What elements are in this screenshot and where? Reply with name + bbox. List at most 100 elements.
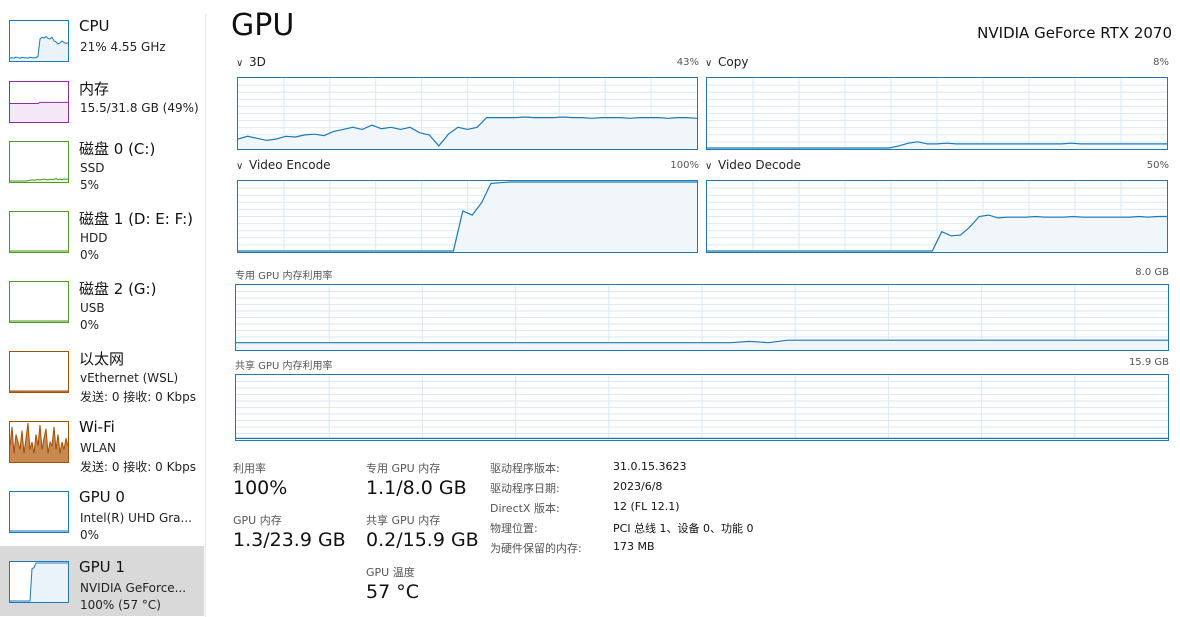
graph-copy	[706, 77, 1168, 150]
sidebar-item-detail: 0%	[80, 318, 100, 332]
history-chart	[238, 181, 697, 252]
directx-version-value: 12 (FL 12.1)	[613, 500, 680, 513]
graph-shared-memory	[235, 374, 1169, 441]
disk-1-thumbnail-graph	[9, 211, 69, 253]
chevron-down-icon: ∨	[236, 58, 244, 69]
sidebar-item-subtitle: HDD	[80, 231, 108, 245]
engine-value-video-encode: 100%	[670, 160, 699, 171]
sidebar-item-title: GPU 0	[79, 488, 125, 506]
sidebar-item-wifi[interactable]: Wi-Fi WLAN 发送: 0 接收: 0 Kbps	[0, 406, 204, 476]
sidebar-item-gpu-0[interactable]: GPU 0 Intel(R) UHD Gra... 0%	[0, 476, 204, 546]
device-name: NVIDIA GeForce RTX 2070	[977, 24, 1172, 42]
disk-2-thumbnail-graph	[9, 281, 69, 323]
gpu-temperature-label: GPU 温度	[366, 566, 415, 579]
physical-location-value: PCI 总线 1、设备 0、功能 0	[613, 522, 754, 535]
utilization-label: 利用率	[233, 462, 266, 475]
engine-label: Copy	[718, 55, 749, 69]
sidebar-item-subtitle: NVIDIA GeForce...	[80, 581, 187, 595]
shared-gpu-memory-label: 共享 GPU 内存	[366, 514, 441, 527]
sidebar-item-detail: 0%	[80, 248, 100, 262]
sidebar-item-detail: 100% (57 °C)	[80, 598, 161, 612]
gpu-1-thumbnail-graph	[9, 561, 69, 603]
graph-dedicated-memory	[235, 284, 1169, 351]
dedicated-memory-max: 8.0 GB	[1135, 267, 1169, 278]
directx-version-label: DirectX 版本:	[490, 502, 560, 515]
sidebar-item-disk-2[interactable]: 磁盘 2 (G:) USB 0%	[0, 266, 204, 336]
sidebar-item-subtitle: vEthernet (WSL)	[80, 371, 179, 385]
history-chart	[10, 250, 68, 252]
shared-memory-label: 共享 GPU 内存利用率	[235, 361, 333, 372]
history-chart	[10, 101, 68, 122]
sidebar-item-disk-1[interactable]: 磁盘 1 (D: E: F:) HDD 0%	[0, 196, 204, 266]
sidebar-item-gpu-1[interactable]: GPU 1 NVIDIA GeForce... 100% (57 °C)	[0, 546, 204, 616]
driver-version-label: 驱动程序版本:	[490, 462, 560, 475]
sidebar-item-title: CPU	[79, 17, 110, 35]
engine-label: 3D	[249, 55, 266, 69]
shared-gpu-memory-value: 0.2/15.9 GB	[366, 529, 479, 551]
history-chart	[707, 78, 1167, 149]
engine-selector-copy[interactable]: ∨ Copy	[705, 55, 748, 69]
history-chart	[236, 285, 1168, 350]
engine-selector-video-decode[interactable]: ∨ Video Decode	[705, 158, 801, 172]
history-chart	[10, 178, 68, 182]
sidebar-item-title: Wi-Fi	[79, 418, 115, 436]
sidebar-item-subtitle: USB	[80, 301, 105, 315]
gpu-temperature-value: 57 °C	[366, 581, 419, 603]
sidebar-item-detail: 发送: 0 接收: 0 Kbps	[80, 460, 196, 474]
history-chart	[707, 181, 1167, 252]
chevron-down-icon: ∨	[236, 161, 244, 172]
sidebar-item-detail: 发送: 0 接收: 0 Kbps	[80, 390, 196, 404]
sidebar-item-disk-0[interactable]: 磁盘 0 (C:) SSD 5%	[0, 126, 204, 196]
history-chart	[10, 530, 68, 532]
ethernet-thumbnail-graph	[9, 351, 69, 393]
engine-selector-3d[interactable]: ∨ 3D	[236, 55, 266, 69]
history-chart	[10, 562, 68, 602]
engine-selector-video-encode[interactable]: ∨ Video Encode	[236, 158, 331, 172]
engine-value-3d: 43%	[676, 57, 699, 68]
driver-date-value: 2023/6/8	[613, 480, 663, 493]
chevron-down-icon: ∨	[705, 58, 713, 69]
shared-memory-max: 15.9 GB	[1128, 357, 1169, 368]
sidebar-item-title: 内存	[79, 80, 110, 98]
hardware-reserved-memory-label: 为硬件保留的内存:	[490, 542, 582, 555]
chevron-down-icon: ∨	[705, 161, 713, 172]
sidebar-item-title: 磁盘 1 (D: E: F:)	[79, 210, 193, 228]
sidebar-item-cpu[interactable]: CPU 21% 4.55 GHz	[0, 5, 204, 75]
sidebar-item-ethernet[interactable]: 以太网 vEthernet (WSL) 发送: 0 接收: 0 Kbps	[0, 336, 204, 406]
engine-value-copy: 8%	[1153, 57, 1169, 68]
sidebar-item-subtitle: 21% 4.55 GHz	[80, 40, 166, 54]
disk-0-thumbnail-graph	[9, 141, 69, 183]
engine-label: Video Decode	[718, 158, 801, 172]
usage-area	[10, 563, 68, 602]
history-chart	[238, 78, 697, 149]
engine-value-video-decode: 50%	[1146, 160, 1169, 171]
engine-label: Video Encode	[249, 158, 331, 172]
physical-location-label: 物理位置:	[490, 522, 538, 535]
cpu-thumbnail-graph	[9, 20, 69, 62]
gpu-memory-label: GPU 内存	[233, 514, 282, 527]
gpu-0-thumbnail-graph	[9, 491, 69, 533]
sidebar-item-subtitle: SSD	[80, 161, 105, 175]
sidebar-item-title: 以太网	[79, 350, 125, 368]
sidebar-item-detail: 5%	[80, 178, 100, 192]
history-chart	[10, 35, 68, 61]
dedicated-gpu-memory-label: 专用 GPU 内存	[366, 462, 441, 475]
driver-version-value: 31.0.15.3623	[613, 460, 687, 473]
sidebar: CPU 21% 4.55 GHz 内存 15.5/31.8 GB (49%) 磁…	[0, 0, 204, 617]
history-chart	[236, 375, 1168, 440]
sidebar-item-title: 磁盘 0 (C:)	[79, 140, 156, 158]
sidebar-item-subtitle: WLAN	[80, 441, 117, 455]
graph-video-encode	[237, 180, 698, 253]
memory-thumbnail-graph	[9, 81, 69, 123]
history-chart	[10, 422, 68, 462]
sidebar-item-subtitle: Intel(R) UHD Gra...	[80, 511, 192, 525]
sidebar-item-detail: 0%	[80, 528, 100, 542]
dedicated-gpu-memory-value: 1.1/8.0 GB	[366, 477, 467, 499]
history-chart	[10, 320, 68, 322]
history-chart	[10, 390, 68, 392]
utilization-value: 100%	[233, 477, 288, 499]
page-title: GPU	[231, 8, 295, 43]
dedicated-memory-label: 专用 GPU 内存利用率	[235, 271, 333, 282]
graph-video-decode	[706, 180, 1168, 253]
driver-date-label: 驱动程序日期:	[490, 482, 560, 495]
